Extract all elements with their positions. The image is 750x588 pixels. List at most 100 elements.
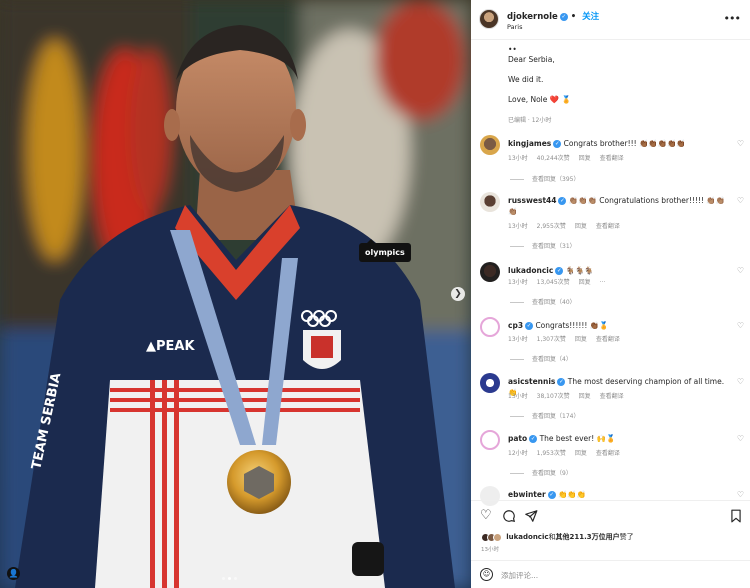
caption-line: Love, Nole ❤️ 🏅 bbox=[508, 95, 571, 104]
view-replies-button[interactable]: 查看回复（9） bbox=[510, 468, 572, 477]
svg-text:▲PEAK: ▲PEAK bbox=[146, 339, 195, 354]
comment-time: 13小时 bbox=[508, 279, 528, 286]
comment-text: Congrats brother!!! 👏🏾👏🏾👏🏾👏🏾👏🏾 bbox=[563, 139, 686, 148]
avatar[interactable] bbox=[480, 430, 500, 450]
heart-icon[interactable]: ♡ bbox=[480, 509, 492, 522]
comment-username[interactable]: ebwinter bbox=[508, 490, 546, 499]
likes-text-end: 赞了 bbox=[619, 533, 634, 541]
follow-button[interactable]: 关注 bbox=[582, 12, 599, 22]
carousel-dot-active bbox=[228, 577, 231, 580]
heart-icon[interactable]: ♡ bbox=[737, 377, 744, 386]
translate-button[interactable]: 查看翻译 bbox=[596, 450, 620, 457]
post-location[interactable]: Paris bbox=[507, 23, 522, 31]
comment-username[interactable]: cp3 bbox=[508, 321, 523, 330]
heart-icon[interactable]: ♡ bbox=[737, 321, 744, 330]
carousel-dot bbox=[222, 577, 225, 580]
comment-likes[interactable]: 1,953次赞 bbox=[537, 450, 566, 457]
verified-icon: ✓ bbox=[547, 491, 556, 499]
carousel-dot bbox=[234, 577, 237, 580]
avatar[interactable] bbox=[480, 373, 500, 393]
verified-icon: ✓ bbox=[525, 322, 534, 330]
separator: • bbox=[570, 12, 577, 22]
avatar[interactable] bbox=[480, 317, 500, 337]
carousel-indicator bbox=[222, 577, 237, 580]
comment-time: 13小时 bbox=[508, 393, 528, 400]
comment-username[interactable]: kingjames bbox=[508, 139, 551, 148]
comment-username[interactable]: lukadoncic bbox=[508, 266, 553, 275]
more-options-button[interactable]: ··· bbox=[600, 279, 606, 286]
translate-button[interactable]: 查看翻译 bbox=[600, 393, 624, 400]
view-replies-button[interactable]: 查看回复（31） bbox=[510, 241, 576, 250]
avatar bbox=[493, 532, 502, 542]
more-icon[interactable]: ••• bbox=[724, 12, 741, 25]
comment-input[interactable] bbox=[501, 568, 731, 582]
comment-time: 13小时 bbox=[508, 336, 528, 343]
likes-user[interactable]: lukadoncic bbox=[506, 533, 548, 541]
username-link[interactable]: djokernole bbox=[507, 12, 558, 22]
comment-icon[interactable] bbox=[502, 509, 516, 526]
translate-button[interactable]: 查看翻译 bbox=[596, 223, 620, 230]
comment-text: The best ever! 🙌🏅 bbox=[539, 434, 616, 443]
chevron-right-icon[interactable]: ❯ bbox=[451, 287, 465, 301]
heart-icon[interactable]: ♡ bbox=[737, 266, 744, 275]
heart-icon[interactable]: ♡ bbox=[737, 139, 744, 148]
comment-text: Congrats!!!!!! 👏🏾🏅 bbox=[535, 321, 609, 330]
caption-line: We did it. bbox=[508, 75, 544, 84]
comment-composer: ☺ bbox=[471, 560, 750, 588]
reply-button[interactable]: 回复 bbox=[575, 450, 587, 457]
bookmark-icon[interactable] bbox=[730, 509, 742, 526]
caption-line: Dear Serbia, bbox=[508, 55, 555, 64]
comment-likes[interactable]: 38,107次赞 bbox=[537, 393, 570, 400]
avatar[interactable] bbox=[480, 135, 500, 155]
view-replies-button[interactable]: 查看回复（174） bbox=[510, 411, 579, 420]
post-author: djokernole ✓ • 关注 bbox=[507, 10, 599, 22]
post-panel: djokernole ✓ • 关注 Paris ••• •• Dear Serbi… bbox=[471, 0, 750, 588]
athlete-photo: ▲PEAK TEAM SERBIA bbox=[0, 0, 471, 588]
avatar[interactable] bbox=[480, 192, 500, 212]
translate-button[interactable]: 查看翻译 bbox=[600, 155, 624, 162]
reply-button[interactable]: 回复 bbox=[575, 336, 587, 343]
verified-icon: ✓ bbox=[553, 140, 562, 148]
view-replies-button[interactable]: 查看回复（4） bbox=[510, 354, 572, 363]
verified-icon: ✓ bbox=[559, 12, 568, 21]
reply-button[interactable]: 回复 bbox=[579, 155, 591, 162]
comment-username[interactable]: russwest44 bbox=[508, 196, 556, 205]
caption-line: •• bbox=[508, 45, 517, 54]
post-actions: ♡ bbox=[471, 500, 750, 530]
comment-time: 13小时 bbox=[508, 155, 528, 162]
post-photo[interactable]: ▲PEAK TEAM SERBIA olympics ❯ 👤 bbox=[0, 0, 471, 588]
avatar[interactable] bbox=[480, 262, 500, 282]
comment-time: 13小时 bbox=[508, 223, 528, 230]
reply-button[interactable]: 回复 bbox=[579, 279, 591, 286]
reply-button[interactable]: 回复 bbox=[579, 393, 591, 400]
view-replies-button[interactable]: 查看回复（395） bbox=[510, 174, 579, 183]
reply-button[interactable]: 回复 bbox=[575, 223, 587, 230]
heart-icon[interactable]: ♡ bbox=[737, 196, 744, 205]
heart-icon[interactable]: ♡ bbox=[737, 434, 744, 443]
emoji-icon[interactable]: ☺ bbox=[480, 568, 493, 581]
post-caption: •• Dear Serbia, We did it. Love, Nole ❤️… bbox=[508, 45, 571, 105]
avatar[interactable] bbox=[479, 9, 499, 29]
comment-text: 🐐🐐🐐 bbox=[565, 266, 594, 275]
comment-likes[interactable]: 40,244次赞 bbox=[537, 155, 570, 162]
person-icon[interactable]: 👤 bbox=[7, 567, 20, 580]
translate-button[interactable]: 查看翻译 bbox=[596, 336, 620, 343]
caption-meta: 已编辑 · 12小时 bbox=[508, 117, 552, 124]
post-time: 13小时 bbox=[481, 547, 499, 553]
comment-username[interactable]: pato bbox=[508, 434, 527, 443]
likes-others[interactable]: 其他211.3万位用户 bbox=[556, 533, 620, 541]
heart-icon[interactable]: ♡ bbox=[737, 490, 744, 499]
view-replies-button[interactable]: 查看回复（40） bbox=[510, 297, 576, 306]
comment-likes[interactable]: 1,307次赞 bbox=[537, 336, 566, 343]
comment-username[interactable]: asicstennis bbox=[508, 377, 555, 386]
verified-icon: ✓ bbox=[555, 267, 564, 275]
verified-icon: ✓ bbox=[529, 435, 538, 443]
verified-icon: ✓ bbox=[557, 378, 566, 386]
comment-likes[interactable]: 13,045次赞 bbox=[537, 279, 570, 286]
comment-text: 👏👏👏 bbox=[558, 490, 587, 499]
comment-likes[interactable]: 2,955次赞 bbox=[537, 223, 566, 230]
send-icon[interactable] bbox=[524, 509, 538, 526]
likes-text-mid: 和 bbox=[548, 533, 556, 541]
photo-tag-olympics[interactable]: olympics bbox=[359, 239, 411, 262]
likes-summary[interactable]: lukadoncic和其他211.3万位用户赞了 bbox=[481, 532, 634, 542]
